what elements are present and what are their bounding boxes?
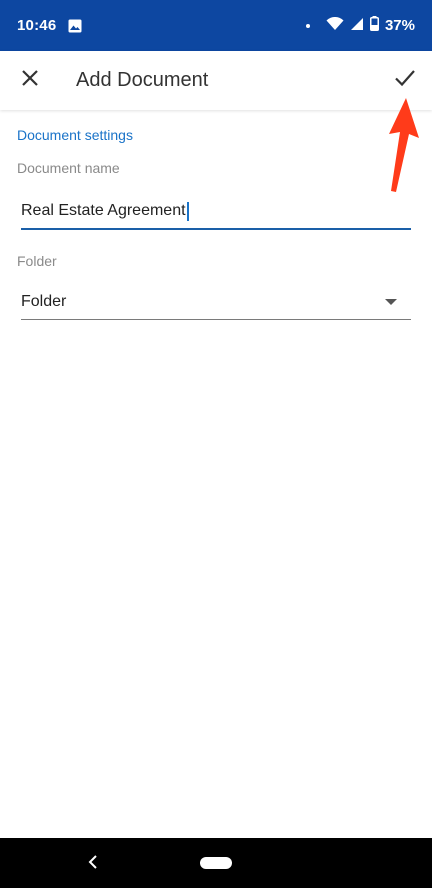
app-bar: Add Document <box>0 51 432 110</box>
section-title: Document settings <box>17 127 133 143</box>
photo-icon <box>68 19 82 33</box>
home-pill-icon[interactable] <box>200 857 232 869</box>
battery-icon <box>369 16 379 35</box>
save-button[interactable] <box>390 65 420 95</box>
document-name-label: Document name <box>17 160 120 176</box>
system-nav-bar <box>0 838 432 888</box>
status-time: 10:46 <box>17 17 57 34</box>
check-icon <box>394 69 416 92</box>
annotation-arrow-icon <box>389 98 419 192</box>
close-icon <box>21 69 39 92</box>
form-content: Document settings Document name Real Est… <box>0 110 432 838</box>
page-title: Add Document <box>76 69 209 91</box>
battery-percent: 37% <box>384 17 415 34</box>
folder-selected-value: Folder <box>21 293 67 310</box>
document-name-value: Real Estate Agreement <box>21 202 186 219</box>
document-name-input[interactable]: Real Estate Agreement <box>21 202 411 230</box>
text-cursor <box>186 202 189 221</box>
wifi-icon <box>326 16 344 35</box>
folder-label: Folder <box>17 253 57 269</box>
dropdown-arrow-icon <box>385 299 397 305</box>
folder-select[interactable]: Folder <box>21 293 411 320</box>
status-indicators: 37% <box>305 16 415 35</box>
status-bar: 10:46 37% <box>0 0 432 51</box>
back-icon[interactable] <box>86 853 100 871</box>
close-button[interactable] <box>16 66 44 94</box>
cell-signal-icon <box>350 17 364 35</box>
notification-dot-icon <box>305 23 310 28</box>
